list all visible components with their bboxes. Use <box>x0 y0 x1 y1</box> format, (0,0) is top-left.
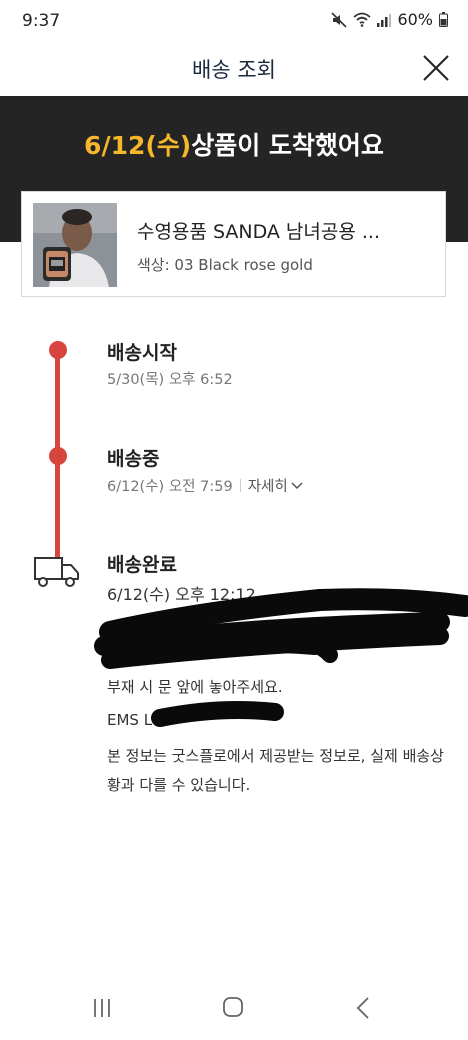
product-card[interactable]: 수영용품 SANDA 남녀공용 ... 색상: 03 Black rose go… <box>21 191 446 297</box>
close-icon[interactable] <box>420 52 452 84</box>
arrival-date: 6/12(수) <box>84 131 192 160</box>
divider <box>239 479 241 492</box>
step-time-delivered: 6/12(수) 오후 12:12 <box>107 585 256 604</box>
step-title-delivered: 배송완료 <box>107 554 177 576</box>
arrival-text: 상품이 도착했어요 <box>191 131 384 160</box>
step-title-in-transit: 배송중 <box>107 448 160 470</box>
product-option: 색상: 03 Black rose gold <box>137 256 313 274</box>
system-nav-bar <box>0 980 468 1040</box>
signal-icon <box>377 13 392 27</box>
mute-icon <box>331 11 348 28</box>
status-time: 9:37 <box>22 11 61 31</box>
step-dot-started <box>49 341 67 359</box>
step-time-in-transit-row: 6/12(수) 오전 7:59 자세히 <box>107 475 303 496</box>
wifi-icon <box>353 12 372 27</box>
step-dot-in-transit <box>49 447 67 465</box>
detail-label: 자세히 <box>247 479 288 495</box>
delivery-note: 부재 시 문 앞에 놓아주세요. <box>107 678 283 696</box>
arrival-message: 6/12(수)상품이 도착했어요 <box>0 126 468 162</box>
status-bar: 9:37 60% <box>0 0 468 40</box>
product-name: 수영용품 SANDA 남녀공용 ... <box>137 221 380 243</box>
truck-icon <box>34 557 79 587</box>
chevron-down-icon <box>291 482 303 490</box>
info-disclaimer: 본 정보는 굿스플로에서 제공받는 정보로, 실제 배송상황과 다를 수 있습니… <box>107 747 444 794</box>
detail-toggle[interactable]: 자세히 <box>248 479 303 495</box>
step-time-in-transit: 6/12(수) 오전 7:59 <box>107 479 233 495</box>
page-title: 배송 조회 <box>192 58 276 82</box>
tracking-number: EMS L <box>107 711 153 729</box>
home-icon[interactable] <box>222 996 244 1018</box>
app-header: 배송 조회 <box>0 40 468 96</box>
step-title-started: 배송시작 <box>107 342 177 364</box>
back-icon[interactable] <box>356 997 370 1019</box>
recent-apps-icon[interactable] <box>92 998 112 1018</box>
battery-percent: 60% <box>397 10 433 29</box>
battery-icon <box>439 12 448 27</box>
step-time-started: 5/30(목) 오후 6:52 <box>107 372 233 388</box>
product-thumbnail <box>33 203 117 287</box>
